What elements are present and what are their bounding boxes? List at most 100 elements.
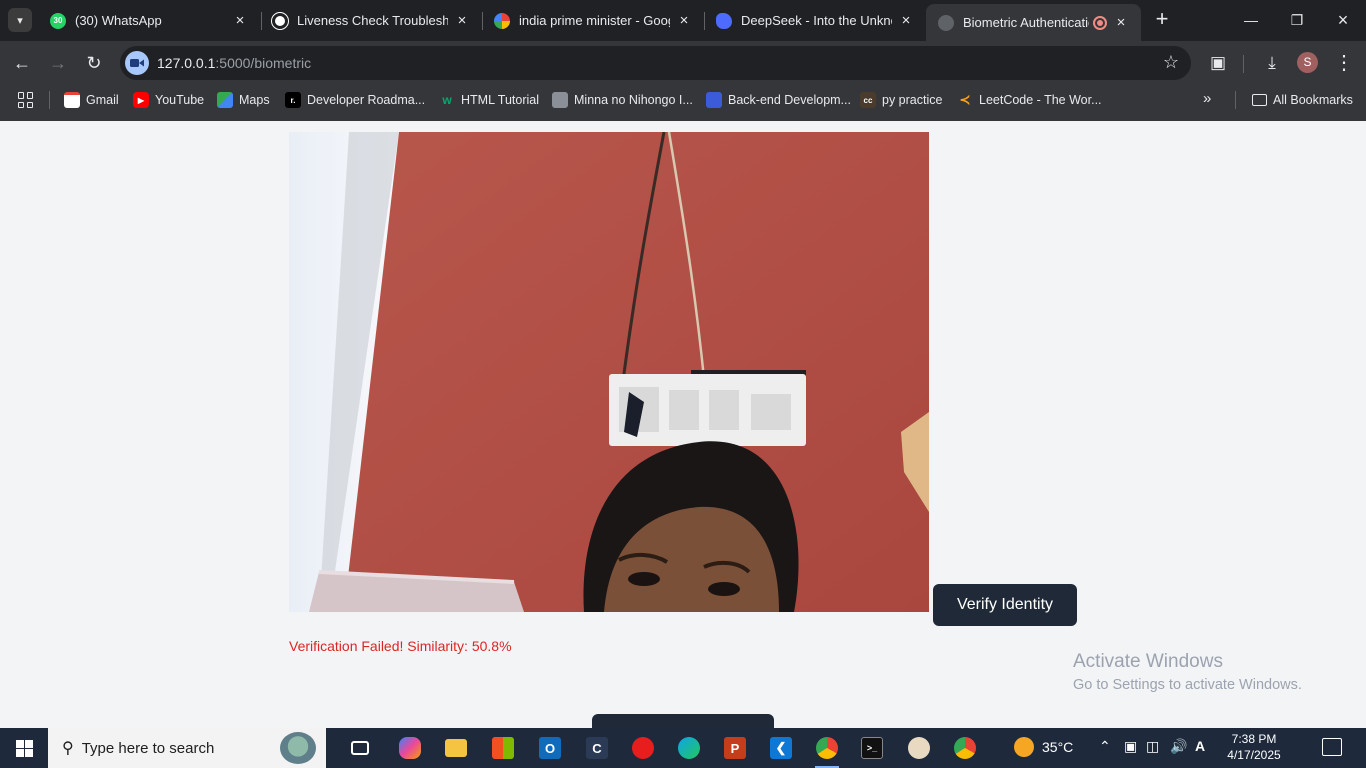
close-icon[interactable]: × xyxy=(232,12,248,29)
bookmarks-divider xyxy=(1235,91,1236,109)
chrome-icon[interactable] xyxy=(811,732,843,768)
gmail-icon xyxy=(64,92,80,108)
browser-toolbar: ← → ↻ 127.0.0.1:5000/biometric ☆ ▣ ⤓ S ⋮ xyxy=(0,41,1366,85)
watermark-subtitle: Go to Settings to activate Windows. xyxy=(1073,677,1302,693)
close-icon[interactable]: × xyxy=(454,12,470,29)
bookmark-star-icon[interactable]: ☆ xyxy=(1163,52,1179,73)
tab-title: DeepSeek - Into the Unknown xyxy=(741,13,892,28)
bookmark-label: Developer Roadma... xyxy=(307,93,426,107)
address-bar[interactable]: 127.0.0.1:5000/biometric ☆ xyxy=(120,46,1191,80)
maps-icon xyxy=(217,92,233,108)
bookmark-label: py practice xyxy=(882,93,943,107)
notifications-icon[interactable] xyxy=(1322,738,1342,756)
menu-icon[interactable]: ⋮ xyxy=(1331,50,1357,76)
edge-icon[interactable] xyxy=(673,732,705,764)
tab-liveness-check[interactable]: Liveness Check Troubleshooting × xyxy=(260,4,482,37)
bookmark-py-practice[interactable]: cc py practice xyxy=(860,91,942,109)
all-bookmarks-folder[interactable]: All Bookmarks xyxy=(1252,91,1353,109)
w3schools-icon: w xyxy=(442,93,452,107)
weather-icon xyxy=(1014,737,1034,757)
tab-deepseek[interactable]: DeepSeek - Into the Unknown × xyxy=(704,4,926,37)
watermark-title: Activate Windows xyxy=(1073,651,1223,672)
bookmark-youtube[interactable]: ▶ YouTube xyxy=(133,91,204,109)
bookmark-label: Gmail xyxy=(86,93,119,107)
minimize-button[interactable]: — xyxy=(1236,6,1266,34)
weather-widget[interactable]: 35°C xyxy=(1014,737,1073,757)
close-icon[interactable]: × xyxy=(898,12,914,29)
url-text: 127.0.0.1:5000/biometric xyxy=(157,55,312,71)
clock-time: 7:38 PM xyxy=(1231,732,1277,746)
backend-icon xyxy=(706,92,722,108)
bookmark-label: LeetCode - The Wor... xyxy=(979,93,1102,107)
paint-icon[interactable] xyxy=(903,732,935,764)
record-icon[interactable] xyxy=(627,732,659,764)
chrome-profile-icon[interactable] xyxy=(949,732,981,764)
taskbar-search-box[interactable]: ⚲ Type here to search xyxy=(48,728,326,768)
apps-grid-icon[interactable] xyxy=(18,92,34,108)
file-explorer-icon[interactable] xyxy=(440,732,472,764)
bookmark-label: Back-end Developm... xyxy=(728,93,851,107)
webcam-video-feed xyxy=(289,132,929,612)
close-icon[interactable]: × xyxy=(676,12,692,29)
tab-title: (30) WhatsApp xyxy=(75,13,162,28)
reload-button[interactable]: ↻ xyxy=(81,50,107,76)
close-window-button[interactable]: × xyxy=(1328,6,1358,34)
restore-button[interactable]: ❐ xyxy=(1282,6,1312,34)
clock-date: 4/17/2025 xyxy=(1227,748,1281,762)
search-icon: ⚲ xyxy=(62,740,74,757)
roadmap-icon: r. xyxy=(285,92,301,108)
activate-windows-watermark: Activate Windows Go to Settings to activ… xyxy=(1073,651,1302,693)
close-icon[interactable]: × xyxy=(1113,14,1129,31)
bookmark-label: HTML Tutorial xyxy=(461,93,540,107)
bookmark-maps[interactable]: Maps xyxy=(217,91,270,109)
system-clock[interactable]: 7:38 PM 4/17/2025 xyxy=(1222,731,1286,763)
copilot-icon[interactable] xyxy=(394,732,426,764)
tab-strip: ▾ 30 (30) WhatsApp × Liveness Check Trou… xyxy=(0,0,1366,41)
tab-biometric-authentication[interactable]: Biometric Authentication × xyxy=(926,4,1141,41)
start-button[interactable] xyxy=(0,728,48,768)
bookmark-html-tutorial[interactable]: w HTML Tutorial xyxy=(439,91,539,109)
partially-visible-button[interactable] xyxy=(592,714,774,728)
verify-identity-button[interactable]: Verify Identity xyxy=(933,584,1077,626)
tab-search-button[interactable]: ▾ xyxy=(8,8,32,32)
bookmark-leetcode[interactable]: ≺ LeetCode - The Wor... xyxy=(957,91,1102,109)
more-bookmarks-icon[interactable]: » xyxy=(1203,90,1211,107)
bookmark-gmail[interactable]: Gmail xyxy=(64,91,119,109)
weather-temperature: 35°C xyxy=(1042,739,1074,755)
meet-now-icon[interactable]: ▣ xyxy=(1124,738,1137,755)
microsoft-store-icon[interactable] xyxy=(487,732,519,764)
cmd-icon[interactable]: >_ xyxy=(856,732,888,764)
recording-icon xyxy=(1093,15,1107,30)
task-view-icon[interactable] xyxy=(344,732,376,764)
input-indicator-icon[interactable]: A xyxy=(1195,738,1205,754)
terminal-icon[interactable]: C xyxy=(581,732,613,764)
verification-result-text: Verification Failed! Similarity: 50.8% xyxy=(289,638,512,654)
profile-avatar[interactable]: S xyxy=(1297,52,1318,73)
page-content: Verify Identity Verification Failed! Sim… xyxy=(0,121,1366,728)
vscode-icon[interactable]: ❮ xyxy=(765,732,797,764)
toolbar-divider xyxy=(1243,55,1244,73)
deepseek-icon xyxy=(716,12,732,29)
network-icon[interactable]: ◫ xyxy=(1146,738,1159,755)
leetcode-icon: ≺ xyxy=(959,92,971,107)
show-hidden-icons-chevron-icon[interactable]: ⌃ xyxy=(1099,738,1111,755)
youtube-icon: ▶ xyxy=(133,92,149,108)
powerpoint-icon[interactable]: P xyxy=(719,732,751,764)
volume-icon[interactable]: 🔊 xyxy=(1170,738,1187,755)
outlook-icon[interactable]: O xyxy=(534,732,566,764)
globe-icon xyxy=(938,14,954,31)
forward-button[interactable]: → xyxy=(45,50,71,76)
google-icon xyxy=(494,12,510,29)
bookmark-developer-roadmap[interactable]: r. Developer Roadma... xyxy=(285,91,425,109)
tab-google-search[interactable]: india prime minister - Google Search × xyxy=(482,4,704,37)
bookmark-backend-development[interactable]: Back-end Developm... xyxy=(706,91,851,109)
download-icon[interactable]: ⤓ xyxy=(1259,50,1285,76)
bookmark-minna-no-nihongo[interactable]: Minna no Nihongo I... xyxy=(552,91,693,109)
back-button[interactable]: ← xyxy=(9,50,35,76)
bookmarks-divider xyxy=(49,91,50,109)
extensions-icon[interactable]: ▣ xyxy=(1205,50,1231,76)
camera-icon[interactable] xyxy=(125,51,149,75)
tab-whatsapp[interactable]: 30 (30) WhatsApp × xyxy=(38,4,260,37)
new-tab-button[interactable]: + xyxy=(1150,8,1174,32)
windows-logo-icon xyxy=(15,739,33,757)
